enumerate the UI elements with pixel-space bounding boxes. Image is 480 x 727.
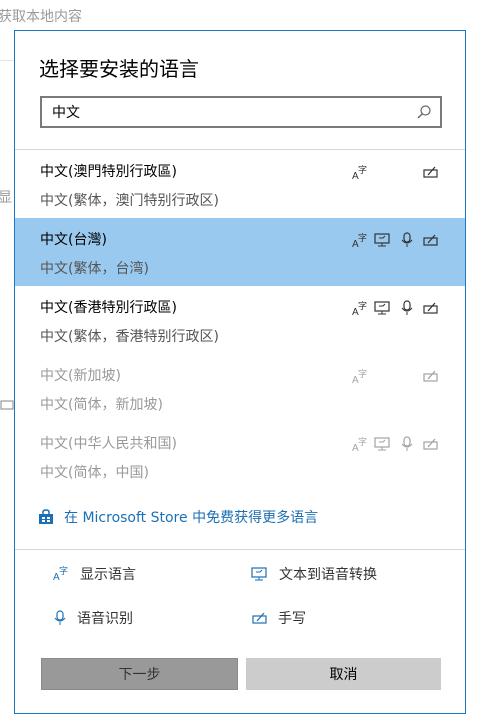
language-item-hongkong[interactable]: 中文(香港特別行政區) 中文(繁体，香港特别行政区) A字 xyxy=(15,286,465,354)
handwriting-icon xyxy=(423,300,439,320)
language-name: 中文(台灣) xyxy=(40,232,107,248)
svg-text:字: 字 xyxy=(358,232,367,244)
handwriting-icon xyxy=(423,436,439,456)
display-language-icon: A字 xyxy=(351,300,369,322)
text-to-speech-icon xyxy=(251,567,267,581)
background-label: 显 xyxy=(0,190,12,206)
store-bag-icon xyxy=(39,509,53,524)
install-language-dialog: 选择要安装的语言 中文(澳門特別行政區) 中文(繁体，澳门特别行政区) A字 中… xyxy=(14,30,466,714)
legend-display-label: 显示语言 xyxy=(80,567,136,583)
background-divider xyxy=(0,60,14,61)
language-item-taiwan[interactable]: 中文(台灣) 中文(繁体，台湾) A字 xyxy=(15,218,465,286)
svg-text:字: 字 xyxy=(59,565,68,577)
search-input[interactable] xyxy=(42,98,392,126)
language-subtitle: 中文(繁体，台湾) xyxy=(40,261,149,277)
svg-text:字: 字 xyxy=(358,368,367,380)
language-item-macau[interactable]: 中文(澳門特別行政區) 中文(繁体，澳门特别行政区) A字 xyxy=(15,150,465,218)
background-heading: 获取本地内容 xyxy=(0,9,82,25)
language-name: 中文(澳門特別行政區) xyxy=(40,164,177,180)
legend-divider xyxy=(15,549,465,550)
display-language-icon: A字 xyxy=(351,436,369,458)
text-to-speech-icon xyxy=(374,436,392,456)
text-to-speech-icon xyxy=(374,300,392,320)
text-to-speech-icon xyxy=(374,232,392,252)
handwriting-icon xyxy=(252,612,267,624)
svg-text:字: 字 xyxy=(358,300,367,312)
language-name: 中文(香港特別行政區) xyxy=(40,300,177,316)
microphone-icon xyxy=(400,300,414,320)
language-name: 中文(中华人民共和国) xyxy=(40,436,177,452)
search-icon[interactable] xyxy=(416,104,432,124)
language-name: 中文(新加坡) xyxy=(40,368,121,384)
language-subtitle: 中文(繁体，澳门特别行政区) xyxy=(40,193,219,209)
handwriting-icon xyxy=(423,232,439,252)
handwriting-icon xyxy=(423,164,439,184)
legend-tts-label: 文本到语音转换 xyxy=(279,567,377,583)
search-box[interactable] xyxy=(40,96,442,128)
legend-tts: 文本到语音转换 xyxy=(251,564,377,584)
handwriting-icon xyxy=(423,368,439,388)
cancel-button[interactable]: 取消 xyxy=(246,658,441,690)
legend-speech-label: 语音识别 xyxy=(77,611,133,627)
next-button[interactable]: 下一步 xyxy=(41,658,238,690)
display-language-icon: A字 xyxy=(53,565,68,583)
microsoft-store-link[interactable]: 在 Microsoft Store 中免费获得更多语言 xyxy=(38,507,318,527)
language-subtitle: 中文(简体，新加坡) xyxy=(40,397,163,413)
legend-display: A字 显示语言 xyxy=(52,564,136,584)
store-link-label: 在 Microsoft Store 中免费获得更多语言 xyxy=(64,510,319,526)
svg-text:字: 字 xyxy=(358,436,367,448)
language-item-singapore[interactable]: 中文(新加坡) 中文(简体，新加坡) A字 xyxy=(15,354,465,422)
microphone-icon xyxy=(400,232,414,252)
language-item-prc[interactable]: 中文(中华人民共和国) 中文(简体，中国) A字 xyxy=(15,422,465,490)
legend-handwriting: 手写 xyxy=(252,608,306,628)
dialog-title: 选择要安装的语言 xyxy=(39,57,199,81)
language-subtitle: 中文(繁体，香港特别行政区) xyxy=(40,329,219,345)
legend-handwriting-label: 手写 xyxy=(278,611,306,627)
svg-text:字: 字 xyxy=(358,164,367,176)
language-subtitle: 中文(简体，中国) xyxy=(40,465,149,481)
display-language-icon: A字 xyxy=(351,164,369,186)
language-list: 中文(澳門特別行政區) 中文(繁体，澳门特别行政区) A字 中文(台灣) 中文(… xyxy=(15,150,465,490)
legend-speech: 语音识别 xyxy=(53,608,133,628)
microphone-icon xyxy=(400,436,414,456)
display-language-icon: A字 xyxy=(351,368,369,390)
background-tts-icon xyxy=(0,398,14,417)
microphone-icon xyxy=(54,610,66,625)
display-language-icon: A字 xyxy=(351,232,369,254)
